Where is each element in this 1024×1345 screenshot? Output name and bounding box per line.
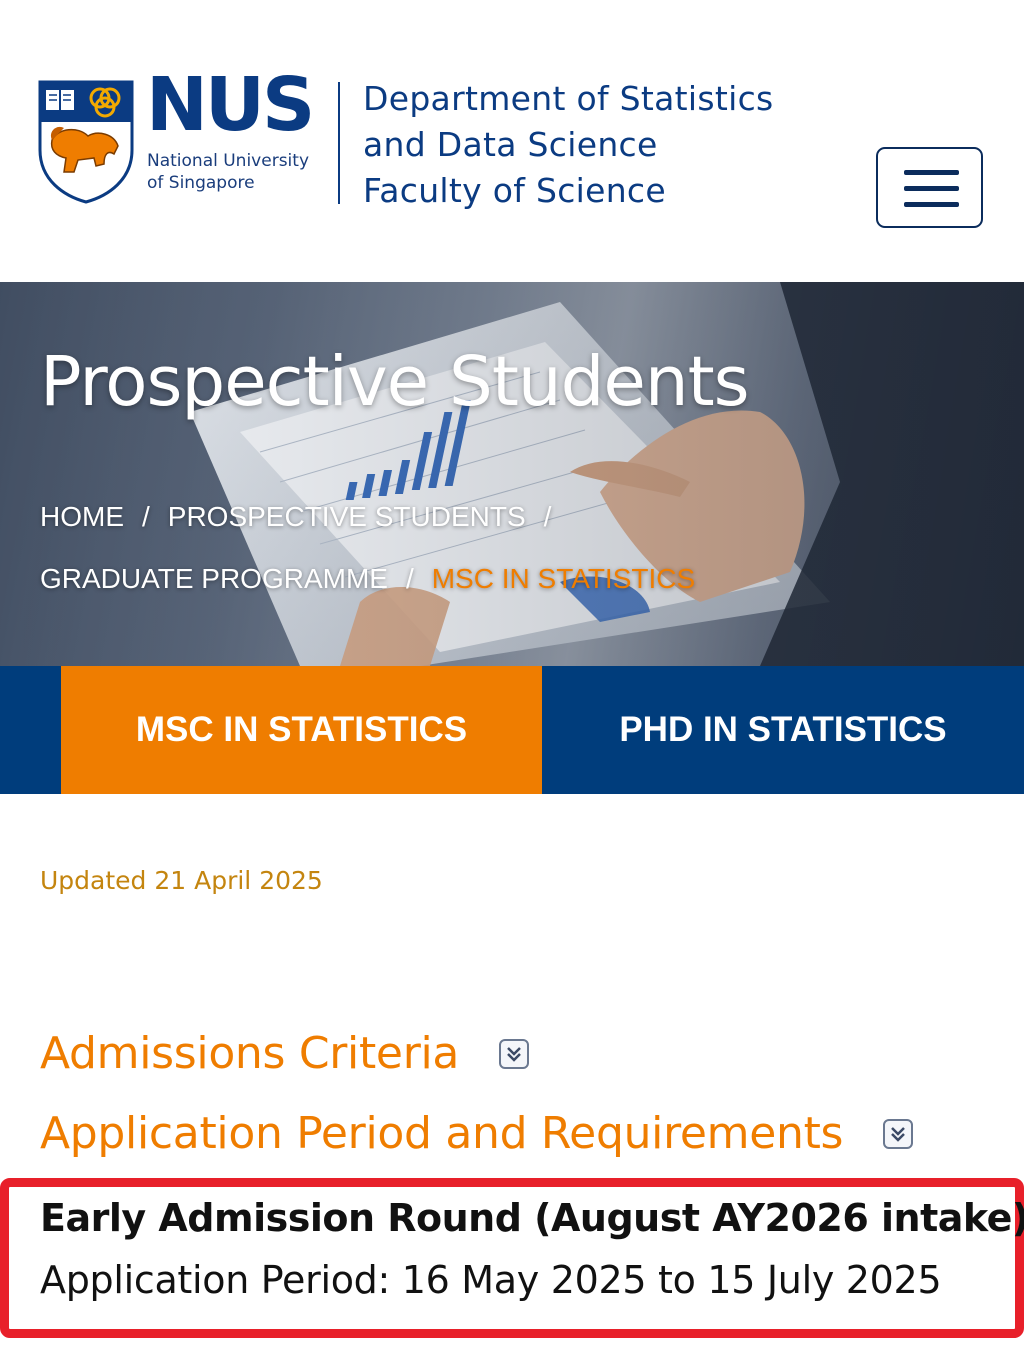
hero-banner: Prospective Students HOME / PROSPECTIVE ST… [0,282,1024,666]
tab-msc-in-statistics[interactable]: MSC IN STATISTICS [61,666,542,794]
breadcrumb-home[interactable]: HOME [40,501,124,532]
university-name-line2: of Singapore [147,173,255,193]
accordion-application-period[interactable]: Application Period and Requirements [40,1108,914,1159]
department-line2: and Data Science [363,125,658,164]
breadcrumb: HOME / PROSPECTIVE STUDENTS / GRADUATE PROG… [40,486,800,610]
double-chevron-down-icon[interactable] [499,1038,530,1069]
university-name-line1: National University [147,151,309,171]
nus-crest-logo[interactable] [38,80,134,204]
accordion-admissions-criteria[interactable]: Admissions Criteria [40,1028,530,1079]
application-period-text: Application Period: 16 May 2025 to 15 Ju… [40,1258,942,1302]
accordion-title[interactable]: Application Period and Requirements [40,1108,843,1159]
programme-tabs: MSC IN STATISTICS PHD IN STATISTICS [0,666,1024,794]
menu-button[interactable] [876,147,983,228]
breadcrumb-separator: / [142,501,150,532]
header-divider [338,82,340,204]
updated-date: Updated 21 April 2025 [40,866,323,895]
accordion-title[interactable]: Admissions Criteria [40,1028,459,1079]
nus-wordmark[interactable]: NUS [146,68,315,142]
university-name: National University of Singapore [147,150,309,194]
breadcrumb-separator: / [405,563,414,594]
site-header: NUS National University of Singapore Dep… [0,0,1024,282]
page-title: Prospective Students [40,342,750,422]
early-admission-round-title: Early Admission Round (August AY2026 int… [40,1196,1024,1240]
breadcrumb-prospective-students[interactable]: PROSPECTIVE STUDENTS [168,501,526,532]
breadcrumb-separator: / [543,501,552,532]
breadcrumb-graduate-programme[interactable]: GRADUATE PROGRAMME [40,563,388,594]
breadcrumb-current: MSC IN STATISTICS [431,563,696,594]
double-chevron-down-icon[interactable] [883,1118,914,1149]
department-line1: Department of Statistics [363,79,774,118]
tab-phd-in-statistics[interactable]: PHD IN STATISTICS [542,666,1024,794]
department-line3: Faculty of Science [363,171,666,210]
department-name[interactable]: Department of Statistics and Data Scienc… [363,76,774,214]
